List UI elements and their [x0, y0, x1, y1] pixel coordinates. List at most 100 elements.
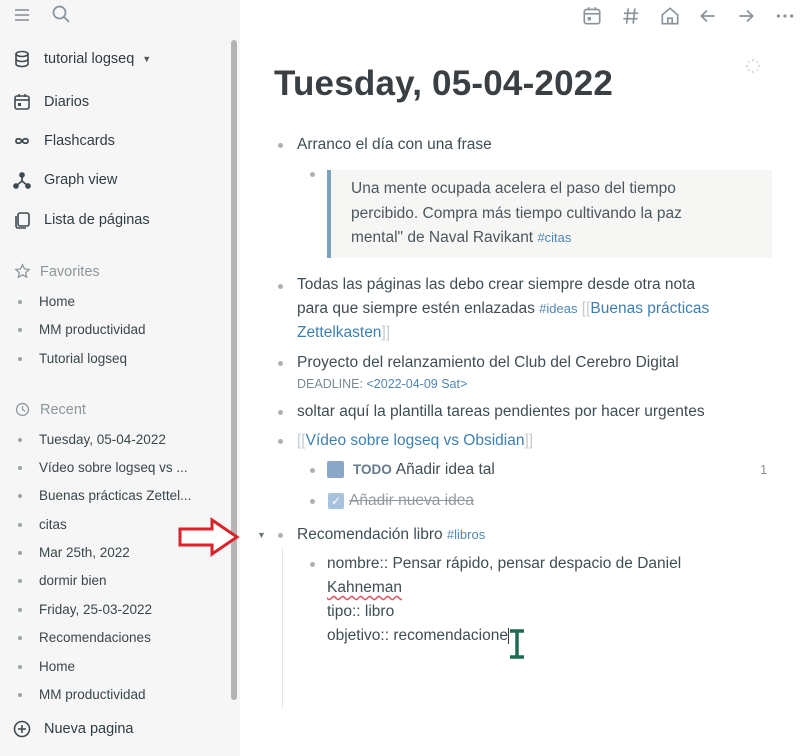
quote-text: mental" de Naval Ravikant	[351, 229, 534, 246]
search-icon[interactable]	[51, 4, 71, 29]
favorite-label: Tutorial logseq	[39, 351, 128, 366]
block-bullet[interactable]	[278, 143, 283, 148]
block-text[interactable]: soltar aquí la plantilla tareas pendient…	[297, 400, 705, 424]
arrow-left-icon[interactable]	[697, 5, 719, 27]
calendar-icon[interactable]	[581, 5, 603, 27]
block-bullet[interactable]	[278, 361, 283, 366]
block-bullet[interactable]	[310, 172, 315, 177]
favorites-header[interactable]: Favorites	[14, 263, 100, 280]
recent-title: Recent	[40, 401, 86, 418]
block-line: Zettelkasten]]	[297, 321, 777, 345]
new-page-label: Nueva pagina	[44, 721, 134, 737]
block-line: para que siempre estén enlazadas #ideas …	[297, 297, 777, 321]
block-bullet[interactable]	[278, 439, 283, 444]
recent-item[interactable]: Tuesday, 05-04-2022	[18, 432, 166, 447]
hashtag-icon[interactable]	[620, 5, 642, 27]
done-text: Añadir nueva idea	[349, 492, 474, 509]
ref-bracket: [[	[297, 432, 306, 449]
recent-item[interactable]: MM productividad	[18, 687, 146, 702]
graph-icon	[13, 172, 31, 189]
property-line: Kahneman	[327, 576, 787, 600]
page-title[interactable]: Tuesday, 05-04-2022	[274, 64, 613, 104]
graph-name: tutorial logseq	[44, 51, 135, 67]
recent-item[interactable]: Buenas prácticas Zettel...	[18, 488, 191, 503]
property-text: objetivo:: recomendacio	[327, 627, 491, 644]
recent-label: MM productividad	[39, 687, 146, 702]
block-text[interactable]: Todas las páginas las debo crear siempre…	[297, 273, 777, 345]
infinity-icon	[15, 137, 29, 145]
block-bullet[interactable]	[310, 562, 315, 567]
tag-link[interactable]: #citas	[537, 230, 571, 245]
recent-header[interactable]: Recent	[14, 401, 86, 418]
quote-block[interactable]: Una mente ocupada acelera el paso del ti…	[327, 170, 772, 258]
todo-checkbox[interactable]	[327, 461, 344, 478]
recent-item[interactable]: Friday, 25-03-2022	[18, 602, 152, 617]
recent-item[interactable]: Vídeo sobre logseq vs ...	[18, 460, 188, 475]
property-line: objetivo:: recomendacione	[327, 624, 787, 648]
todo-block[interactable]: TODO Añadir idea tal	[353, 458, 495, 482]
tag-link[interactable]: #ideas	[539, 301, 577, 316]
tag-link[interactable]: #libros	[447, 527, 485, 542]
pages-icon	[15, 212, 30, 229]
favorite-item[interactable]: Home	[18, 294, 75, 309]
deadline-label: DEADLINE:	[297, 377, 363, 391]
recent-item[interactable]: Mar 25th, 2022	[18, 545, 130, 560]
todo-text: Añadir idea tal	[395, 461, 495, 478]
graph-selector[interactable]: tutorial logseq ▼	[12, 46, 151, 72]
sidebar-item-all-pages[interactable]: Lista de páginas	[12, 207, 150, 233]
favorite-item[interactable]: Tutorial logseq	[18, 351, 127, 366]
arrow-right-icon[interactable]	[735, 5, 757, 27]
block-text[interactable]: Proyecto del relanzamiento del Club del …	[297, 351, 679, 393]
deadline: DEADLINE: <2022-04-09 Sat>	[297, 375, 679, 393]
collapse-arrow-icon[interactable]: ▼	[257, 530, 266, 540]
quote-line: Una mente ocupada acelera el paso del ti…	[351, 180, 676, 197]
recent-item[interactable]: dormir bien	[18, 573, 107, 588]
deadline-date[interactable]: <2022-04-09 Sat>	[366, 377, 467, 391]
ref-bracket: ]]	[381, 324, 391, 341]
properties-block-editor[interactable]: nombre:: Pensar rápido, pensar despacio …	[327, 552, 787, 648]
new-page-button[interactable]: Nueva pagina	[12, 719, 134, 739]
block-bullet[interactable]	[310, 499, 315, 504]
misspelled-word: Kahneman	[327, 579, 402, 596]
block-text[interactable]: Arranco el día con una frase	[297, 133, 492, 157]
calendar-icon	[14, 94, 30, 110]
done-block[interactable]: Añadir nueva idea	[349, 489, 474, 513]
page-ref-link[interactable]: Zettelkasten	[297, 324, 381, 341]
favorite-item[interactable]: MM productividad	[18, 322, 146, 337]
block-bullet[interactable]	[278, 533, 283, 538]
recent-label: Home	[39, 659, 76, 674]
child-count[interactable]: 1	[760, 462, 767, 477]
page-ref-link[interactable]: Buenas prácticas	[590, 300, 709, 317]
more-options-icon[interactable]	[774, 5, 796, 27]
favorite-label: MM productividad	[39, 322, 146, 337]
block-text[interactable]: [[Vídeo sobre logseq vs Obsidian]]	[297, 429, 533, 453]
block-bullet[interactable]	[278, 284, 283, 289]
menu-icon[interactable]	[12, 5, 32, 30]
recent-label: Mar 25th, 2022	[39, 545, 130, 560]
property-line: nombre:: Pensar rápido, pensar despacio …	[327, 555, 682, 572]
recent-item[interactable]: Home	[18, 659, 75, 674]
sidebar-item-label: Diarios	[44, 94, 90, 110]
sidebar-item-flashcards[interactable]: Flashcards	[12, 128, 115, 154]
history-icon	[15, 402, 30, 417]
quote-line: percibido. Compra más tiempo cultivando …	[351, 204, 682, 222]
sidebar-scrollbar[interactable]	[231, 40, 237, 700]
sidebar-item-label: Lista de páginas	[44, 212, 150, 228]
star-icon	[14, 263, 31, 279]
block-bullet[interactable]	[278, 410, 283, 415]
block-bullet[interactable]	[310, 468, 315, 473]
sidebar-item-diarios[interactable]: Diarios	[12, 89, 89, 115]
block-line-text: para que siempre estén enlazadas	[297, 300, 535, 317]
plus-circle-icon	[13, 720, 31, 738]
recent-item[interactable]: citas	[18, 517, 67, 532]
left-sidebar: tutorial logseq ▼ Diarios Flashcards Gra…	[0, 0, 240, 756]
recent-label: dormir bien	[39, 573, 107, 588]
page-ref-link[interactable]: Vídeo sobre logseq vs Obsidian	[306, 432, 525, 449]
recent-label: citas	[39, 517, 67, 532]
block-text[interactable]: Recomendación libro #libros	[297, 523, 485, 547]
home-icon[interactable]	[659, 5, 681, 27]
todo-keyword[interactable]: TODO	[353, 462, 392, 477]
recent-item[interactable]: Recomendaciones	[18, 630, 151, 645]
sidebar-item-graph-view[interactable]: Graph view	[12, 167, 117, 193]
done-checkbox[interactable]: ✓	[328, 493, 344, 509]
